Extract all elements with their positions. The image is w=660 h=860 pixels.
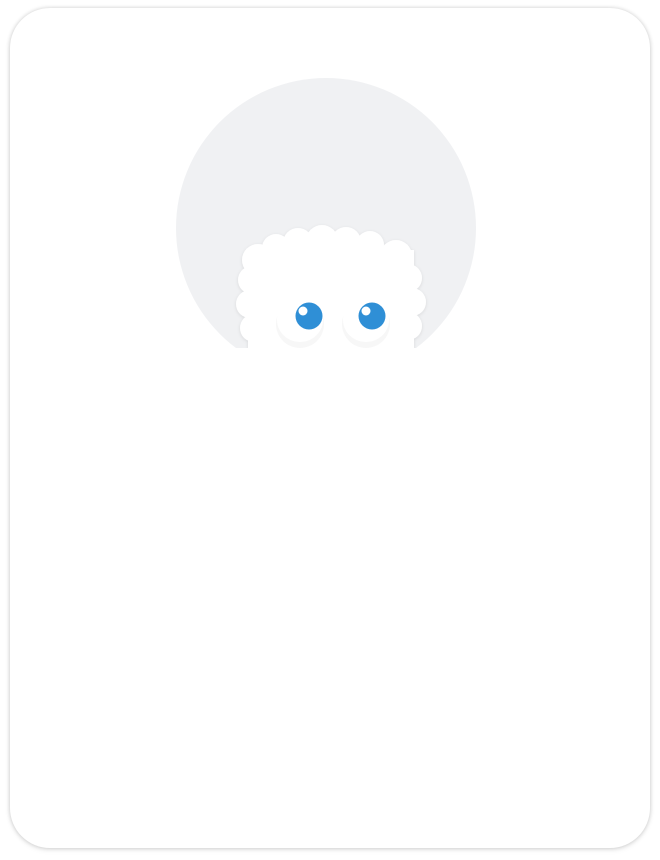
eye-right-icon [358,302,386,330]
yeti-mascot-icon [176,78,476,378]
eye-left-icon [295,302,323,330]
login-card [10,8,650,848]
